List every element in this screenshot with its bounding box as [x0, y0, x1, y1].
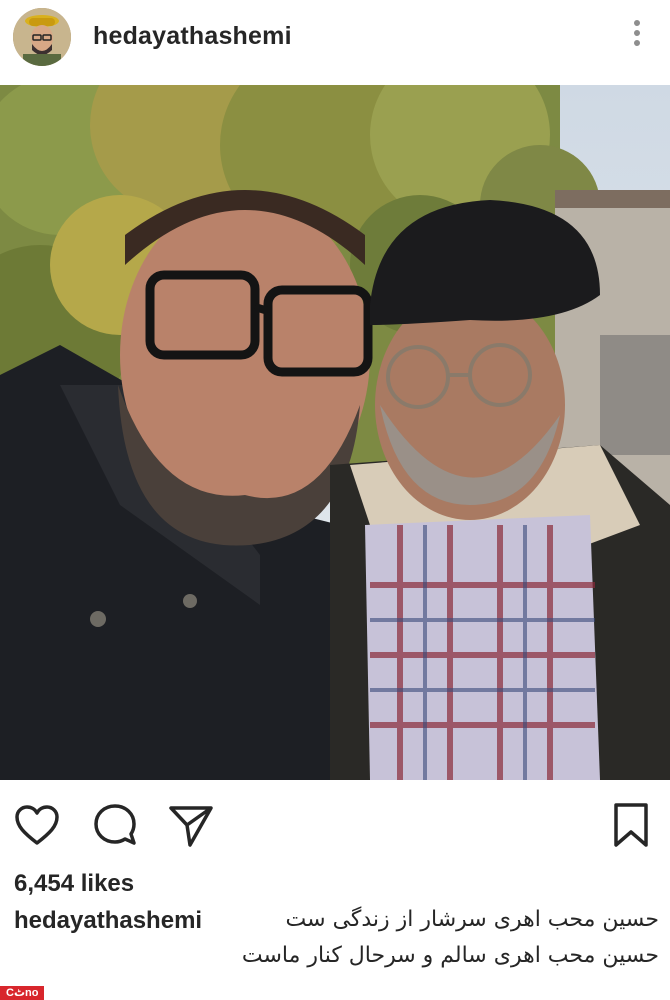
send-icon[interactable] [166, 800, 216, 850]
post-photo-image [0, 85, 670, 780]
bookmark-icon[interactable] [606, 800, 656, 850]
comment-icon[interactable] [90, 800, 140, 850]
caption-line-1: حسین محب اهری سرشار از زندگی ست [285, 907, 659, 932]
caption-username[interactable]: hedayathashemi [14, 907, 202, 935]
action-bar [0, 790, 670, 860]
watermark-logo: Cٹno [0, 986, 45, 1000]
avatar-image [13, 8, 71, 66]
post-photo[interactable] [0, 85, 670, 780]
post-username[interactable]: hedayathashemi [93, 22, 292, 51]
likes-count[interactable]: 6,454 likes [14, 870, 134, 898]
caption-line-2: حسین محب اهری سالم و سرحال کنار ماست [241, 943, 659, 968]
avatar[interactable] [13, 8, 71, 66]
post-header: hedayathashemi [0, 0, 670, 76]
more-vertical-icon[interactable] [630, 20, 644, 56]
heart-icon[interactable] [12, 800, 62, 850]
